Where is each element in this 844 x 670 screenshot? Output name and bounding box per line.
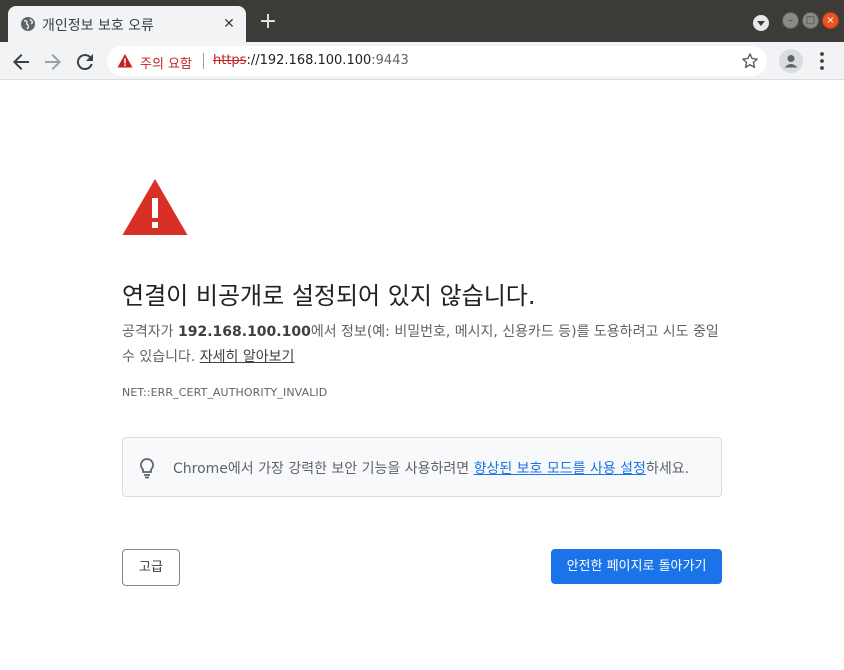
profile-avatar-button[interactable] [779, 49, 803, 73]
warning-triangle-icon [117, 54, 133, 68]
url-port: :9443 [371, 53, 409, 68]
bookmark-star-icon[interactable] [740, 51, 760, 71]
lightbulb-icon [140, 458, 154, 479]
globe-icon [21, 17, 35, 31]
desc-host: 192.168.100.100 [177, 324, 311, 340]
arrow-left-icon [13, 54, 29, 70]
url-host: ://192.168.100.100 [246, 53, 372, 68]
large-warning-icon [122, 179, 188, 235]
back-to-safety-button[interactable]: 안전한 페이지로 돌아가기 [551, 549, 722, 584]
url-text[interactable]: https://192.168.100.100:9443 [213, 53, 409, 68]
enhanced-protection-text: Chrome에서 가장 강력한 보안 기능을 사용하려면 향상된 보호 모드를 … [173, 458, 689, 478]
back-button[interactable] [9, 50, 33, 74]
desc-prefix: 공격자가 [122, 324, 178, 340]
close-icon: × [826, 15, 835, 26]
error-code[interactable]: NET::ERR_CERT_AUTHORITY_INVALID [122, 386, 327, 399]
address-bar[interactable]: 주의 요함 https://192.168.100.100:9443 [107, 46, 767, 76]
reload-icon [76, 54, 93, 71]
browser-toolbar: 주의 요함 https://192.168.100.100:9443 [0, 42, 844, 80]
enhanced-prefix: Chrome에서 가장 강력한 보안 기능을 사용하려면 [173, 461, 474, 477]
reload-button[interactable] [73, 50, 97, 74]
window-menu-icon[interactable] [753, 15, 769, 31]
arrow-right-icon [45, 54, 61, 70]
error-description: 공격자가 192.168.100.100에서 정보(예: 비밀번호, 메시지, … [122, 320, 722, 370]
more-vert-icon[interactable] [812, 50, 832, 72]
browser-titlebar: 개인정보 보호 오류 ✕ + – □ × [0, 0, 844, 42]
maximize-icon: □ [805, 15, 816, 26]
new-tab-button[interactable]: + [258, 11, 278, 33]
advanced-button[interactable]: 고급 [122, 549, 180, 586]
learn-more-link[interactable]: 자세히 알아보기 [200, 349, 295, 365]
window-close-button[interactable]: × [822, 12, 839, 29]
window-minimize-button[interactable]: – [782, 12, 799, 29]
browser-tab[interactable]: 개인정보 보호 오류 ✕ [8, 6, 246, 42]
enhanced-suffix: 하세요. [645, 461, 690, 477]
minimize-icon: – [788, 15, 793, 26]
url-scheme: https [213, 53, 247, 68]
window-maximize-button[interactable]: □ [802, 12, 819, 29]
security-chip-label[interactable]: 주의 요함 [140, 53, 192, 72]
enhanced-protection-link[interactable]: 향상된 보호 모드를 사용 설정 [474, 461, 646, 477]
tab-title: 개인정보 보호 오류 [42, 18, 154, 34]
forward-button[interactable] [41, 50, 65, 74]
person-icon [784, 55, 798, 68]
omnibox-divider [203, 53, 204, 69]
page-title: 연결이 비공개로 설정되어 있지 않습니다. [122, 282, 536, 310]
tab-close-icon[interactable]: ✕ [220, 15, 238, 33]
enhanced-protection-banner: Chrome에서 가장 강력한 보안 기능을 사용하려면 향상된 보호 모드를 … [122, 437, 722, 497]
